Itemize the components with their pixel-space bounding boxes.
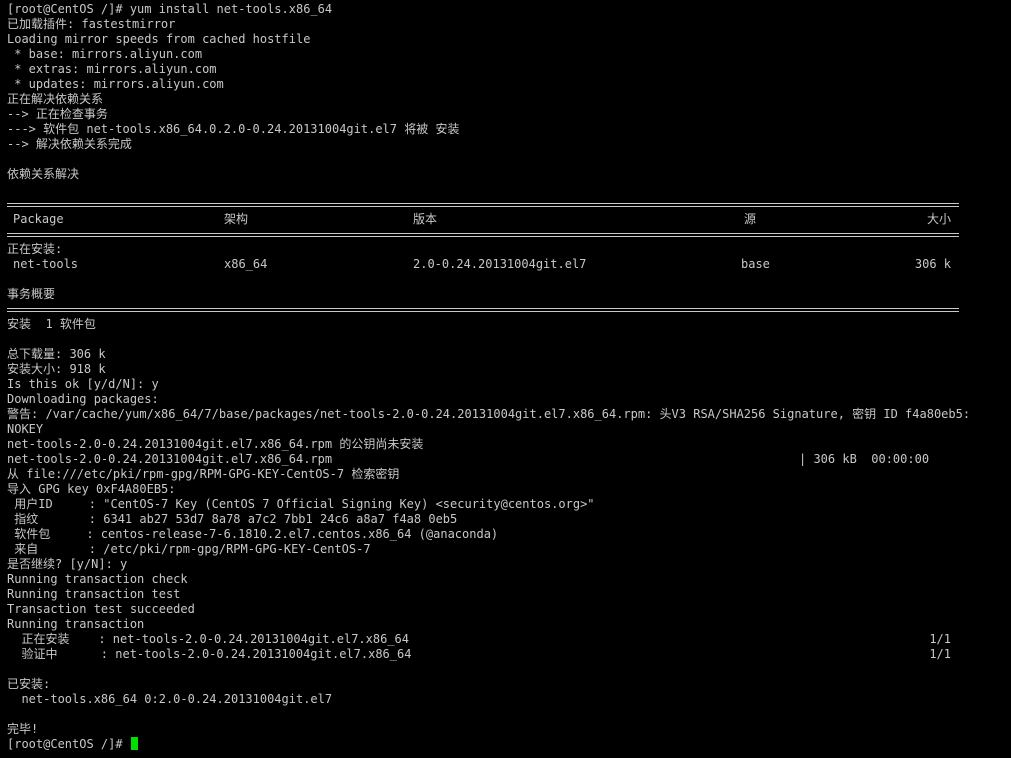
output-line: * updates: mirrors.aliyun.com <box>7 77 224 91</box>
output-line: Is this ok [y/d/N]: y <box>7 377 159 391</box>
output-line: Loading mirror speeds from cached hostfi… <box>7 32 311 46</box>
output-line: net-tools-2.0-0.24.20131004git.el7.x86_6… <box>7 437 424 451</box>
output-line: 总下载量: 306 k <box>7 347 106 361</box>
output-line: 警告: /var/cache/yum/x86_64/7/base/package… <box>7 407 971 421</box>
output-line: 指纹 : 6341 ab27 53d7 8a78 a7c2 7bb1 24c6 … <box>7 512 458 526</box>
output-line: 正在解决依赖关系 <box>7 92 104 106</box>
cursor-icon[interactable] <box>130 737 138 750</box>
header-version: 版本 <box>413 212 438 226</box>
double-separator <box>7 197 1011 212</box>
output-line: ---> 软件包 net-tools.x86_64.0.2.0-0.24.201… <box>7 122 460 136</box>
cell-package: net-tools <box>13 257 79 271</box>
output-block-3: 从 file:///etc/pki/rpm-gpg/RPM-GPG-KEY-Ce… <box>7 467 1011 632</box>
output-block-4: 已安装: net-tools.x86_64 0:2.0-0.24.2013100… <box>7 662 1011 737</box>
double-separator <box>7 227 1011 242</box>
output-line: 安装大小: 918 k <box>7 362 106 376</box>
output-line: 已安装: <box>7 677 51 691</box>
output-line: Downloading packages: <box>7 392 159 406</box>
download-file: net-tools-2.0-0.24.20131004git.el7.x86_6… <box>7 452 333 466</box>
cell-arch: x86_64 <box>224 257 268 271</box>
output-line: 软件包 : centos-release-7-6.1810.2.el7.cent… <box>7 527 499 541</box>
transaction-label: 正在安装 : net-tools-2.0-0.24.20131004git.el… <box>7 632 410 646</box>
output-line: 导入 GPG key 0xF4A80EB5: <box>7 482 176 496</box>
summary-title: 事务概要 <box>7 287 56 301</box>
output-line: --> 解决依赖关系完成 <box>7 137 132 151</box>
header-size: 大小 <box>926 212 951 226</box>
double-separator <box>7 302 1011 317</box>
output-line: 用户ID : "CentOS-7 Key (CentOS 7 Official … <box>7 497 595 511</box>
transaction-count: 1/1 <box>929 632 951 646</box>
output-line: 来自 : /etc/pki/rpm-gpg/RPM-GPG-KEY-CentOS… <box>7 542 371 556</box>
terminal-window[interactable]: [root@CentOS /]# yum install net-tools.x… <box>0 0 1011 758</box>
output-line: 完毕! <box>7 722 39 736</box>
output-line: 已加载插件: fastestmirror <box>7 17 176 31</box>
cell-repo: base <box>741 257 770 271</box>
output-line: NOKEY <box>7 422 44 436</box>
command-prompt-line[interactable]: [root@CentOS /]# <box>7 737 1011 752</box>
download-progress-row: net-tools-2.0-0.24.20131004git.el7.x86_6… <box>7 452 1011 467</box>
output-line: [root@CentOS /]# yum install net-tools.x… <box>7 2 333 16</box>
output-line: Transaction test succeeded <box>7 602 195 616</box>
prompt-text: [root@CentOS /]# <box>7 737 130 751</box>
output-line: Running transaction <box>7 617 145 631</box>
transaction-row: 正在安装 : net-tools-2.0-0.24.20131004git.el… <box>7 632 1011 647</box>
output-block-1: [root@CentOS /]# yum install net-tools.x… <box>7 2 1011 197</box>
installing-label: 正在安装: <box>7 242 63 256</box>
output-line: * extras: mirrors.aliyun.com <box>7 62 217 76</box>
header-repo: 源 <box>744 212 757 226</box>
transaction-row: 验证中 : net-tools-2.0-0.24.20131004git.el7… <box>7 647 1011 662</box>
output-line: 依赖关系解决 <box>7 167 80 181</box>
output-line: Running transaction check <box>7 572 188 586</box>
cell-version: 2.0-0.24.20131004git.el7 <box>413 257 587 271</box>
output-line: * base: mirrors.aliyun.com <box>7 47 203 61</box>
output-block-2: 安装 1 软件包 总下载量: 306 k 安装大小: 918 k Is this… <box>7 317 1011 452</box>
transaction-count: 1/1 <box>929 647 951 661</box>
transaction-label: 验证中 : net-tools-2.0-0.24.20131004git.el7… <box>7 647 412 661</box>
output-line: --> 正在检查事务 <box>7 107 108 121</box>
download-stats: | 306 kB 00:00:00 <box>799 452 930 466</box>
header-package: Package <box>13 212 64 226</box>
output-line: net-tools.x86_64 0:2.0-0.24.20131004git.… <box>7 692 333 706</box>
header-arch: 架构 <box>224 212 249 226</box>
output-line: Running transaction test <box>7 587 181 601</box>
table-row: net-tools x86_64 2.0-0.24.20131004git.el… <box>7 257 1011 272</box>
output-line: 是否继续? [y/N]: y <box>7 557 128 571</box>
output-line: 从 file:///etc/pki/rpm-gpg/RPM-GPG-KEY-Ce… <box>7 467 400 481</box>
output-line: 安装 1 软件包 <box>7 317 96 331</box>
table-header-row: Package 架构 版本 源 大小 <box>7 212 1011 227</box>
cell-size: 306 k <box>914 257 951 271</box>
